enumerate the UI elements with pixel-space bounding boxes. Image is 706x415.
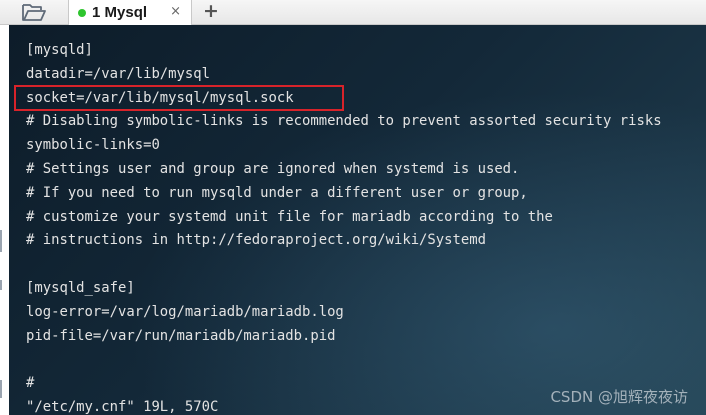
terminal-line: # customize your systemd unit file for m… (26, 208, 553, 225)
terminal-line: pid-file=/var/run/mariadb/mariadb.pid (26, 327, 336, 344)
terminal-line: # If you need to run mysqld under a diff… (26, 184, 528, 201)
terminal-line: # Settings user and group are ignored wh… (26, 161, 520, 177)
terminal-line: symbolic-links=0 (26, 137, 160, 154)
folder-open-icon (22, 4, 46, 21)
terminal-line: datadir=/var/lib/mysql (26, 65, 210, 82)
terminal-line: # instructions in http://fedoraproject.o… (26, 232, 486, 249)
connection-status-icon (78, 8, 86, 17)
terminal-line: # Disabling symbolic-links is recommende… (26, 113, 662, 130)
watermark: CSDN @旭辉夜夜访 (550, 388, 688, 406)
new-tab-button[interactable]: + (200, 0, 222, 23)
terminal-line: "/etc/my.cnf" 19L, 570C (26, 399, 219, 415)
terminal-output[interactable]: CSDN @旭辉夜夜访 [mysqld] datadir=/var/lib/mys… (9, 25, 706, 415)
gutter-marker (0, 230, 2, 252)
tab-bar: 1 Mysql × + (0, 0, 706, 25)
tab-label: 1 Mysql (92, 4, 148, 21)
open-folder-button[interactable] (14, 0, 54, 24)
close-tab-icon[interactable]: × (170, 4, 181, 19)
terminal-line: [mysqld_safe] (26, 280, 135, 296)
terminal-line: log-error=/var/log/mariadb/mariadb.log (26, 303, 344, 320)
terminal-window: 1 Mysql × + CSDN @旭辉夜夜访 [mysqld] datadir=… (0, 0, 706, 415)
gutter-marker (0, 380, 2, 398)
terminal-line: # (26, 375, 35, 392)
tab-session-mysql[interactable]: 1 Mysql × (68, 0, 192, 25)
left-gutter (0, 25, 9, 415)
terminal-line: socket=/var/lib/mysql/mysql.sock (26, 89, 294, 106)
gutter-marker (0, 280, 2, 290)
terminal-line: [mysqld] (26, 42, 93, 58)
